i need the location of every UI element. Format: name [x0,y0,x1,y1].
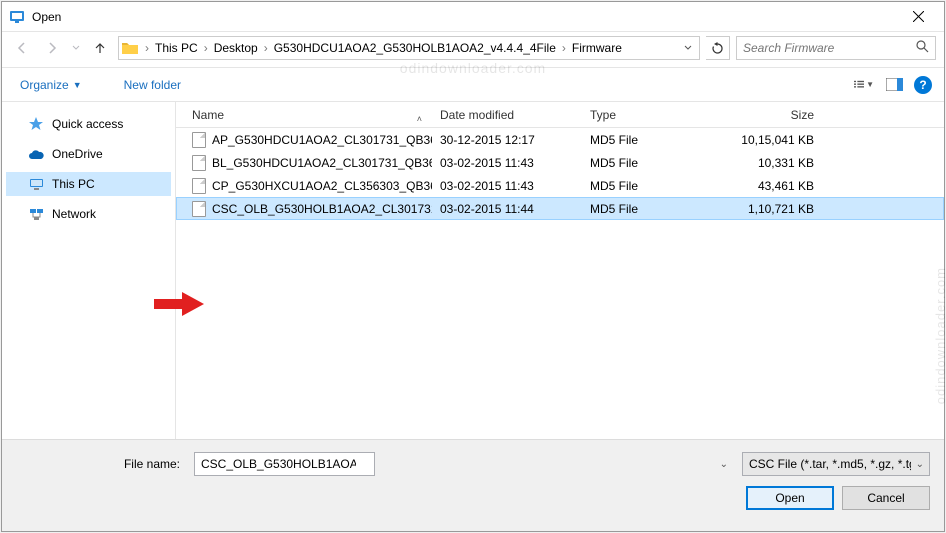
back-button[interactable] [10,36,34,60]
help-button[interactable]: ? [914,76,932,94]
chevron-down-icon[interactable]: ⌄ [720,459,728,470]
chevron-down-icon[interactable]: ⌄ [916,459,924,470]
breadcrumb-seg-thispc[interactable]: This PC [151,41,202,55]
file-size: 43,461 KB [712,179,822,193]
forward-button[interactable] [40,36,64,60]
navigation-bar: › This PC › Desktop › G530HDCU1AOA2_G530… [2,32,944,68]
arrow-right-icon [45,41,59,55]
file-name: CP_G530HXCU1AOA2_CL356303_QB3691... [212,179,432,193]
caret-down-icon: ▼ [73,80,82,90]
nav-onedrive[interactable]: OneDrive [6,142,171,166]
window-title: Open [32,10,898,24]
bottom-panel: File name: ⌄ ⌄ Open Cancel [2,439,944,531]
breadcrumb-seg-firmware[interactable]: Firmware [568,41,626,55]
filename-label: File name: [16,457,186,471]
search-box[interactable] [736,36,936,60]
address-dropdown[interactable] [679,44,697,52]
preview-pane-icon [886,78,903,91]
arrow-up-icon [93,41,107,55]
main-area: Quick access OneDrive This PC Network Na… [2,102,944,439]
monitor-icon [28,176,44,192]
navigation-pane: Quick access OneDrive This PC Network [2,102,176,439]
col-header-type[interactable]: Type [582,108,712,122]
col-header-date[interactable]: Date modified [432,108,582,122]
breadcrumb-sep: › [560,41,568,55]
file-row[interactable]: CP_G530HXCU1AOA2_CL356303_QB3691... 03-0… [176,174,944,197]
open-dialog-window: Open › This PC › Desktop › G530HDCU1AOA2… [1,1,945,532]
file-date: 03-02-2015 11:43 [432,156,582,170]
file-type: MD5 File [582,202,712,216]
chevron-down-icon [72,44,80,52]
refresh-icon [711,42,724,55]
file-row[interactable]: CSC_OLB_G530HOLB1AOA2_CL301731_Q... 03-0… [176,197,944,220]
network-icon [28,206,44,222]
star-icon [28,116,44,132]
cancel-button[interactable]: Cancel [842,486,930,510]
app-icon [8,8,26,26]
file-icon [192,178,206,194]
nav-item-label: Network [52,207,96,221]
search-icon[interactable] [916,40,929,56]
file-row[interactable]: AP_G530HDCU1AOA2_CL301731_QB3695... 30-1… [176,128,944,151]
nav-this-pc[interactable]: This PC [6,172,171,196]
file-date: 03-02-2015 11:43 [432,179,582,193]
file-name: BL_G530HDCU1AOA2_CL301731_QB3695... [212,156,432,170]
file-list-area: Name ˄ Date modified Type Size AP_G530HD… [176,102,944,439]
address-bar[interactable]: › This PC › Desktop › G530HDCU1AOA2_G530… [118,36,700,60]
file-date: 30-12-2015 12:17 [432,133,582,147]
close-icon [913,11,924,22]
file-type: MD5 File [582,179,712,193]
new-folder-button[interactable]: New folder [118,74,187,96]
breadcrumb-seg-folder[interactable]: G530HDCU1AOA2_G530HOLB1AOA2_v4.4.4_4File [270,41,560,55]
filename-row: File name: ⌄ ⌄ [16,452,930,476]
file-row[interactable]: BL_G530HDCU1AOA2_CL301731_QB3695... 03-0… [176,151,944,174]
chevron-down-icon [684,44,692,52]
filename-input[interactable] [194,452,375,476]
file-name: CSC_OLB_G530HOLB1AOA2_CL301731_Q... [212,202,432,216]
organize-button[interactable]: Organize ▼ [14,74,88,96]
preview-pane-button[interactable] [884,75,904,95]
cloud-icon [28,146,44,162]
file-date: 03-02-2015 11:44 [432,202,582,216]
arrow-left-icon [15,41,29,55]
breadcrumb-sep: › [262,41,270,55]
file-size: 1,10,721 KB [712,202,822,216]
nav-item-label: This PC [52,177,95,191]
toolbar: Organize ▼ New folder ▼ ? [2,68,944,102]
col-header-size[interactable]: Size [712,108,822,122]
file-icon [192,201,206,217]
nav-quick-access[interactable]: Quick access [6,112,171,136]
nav-network[interactable]: Network [6,202,171,226]
open-button[interactable]: Open [746,486,834,510]
refresh-button[interactable] [706,36,730,60]
col-header-name[interactable]: Name ˄ [184,108,432,122]
breadcrumb-seg-desktop[interactable]: Desktop [210,41,262,55]
view-options-button[interactable]: ▼ [854,75,874,95]
titlebar: Open [2,2,944,32]
file-type: MD5 File [582,133,712,147]
up-button[interactable] [88,36,112,60]
nav-item-label: Quick access [52,117,123,131]
file-icon [192,155,206,171]
file-name: AP_G530HDCU1AOA2_CL301731_QB3695... [212,133,432,147]
caret-down-icon: ▼ [866,80,874,89]
file-size: 10,15,041 KB [712,133,822,147]
file-size: 10,331 KB [712,156,822,170]
close-button[interactable] [898,3,938,31]
recent-locations-button[interactable] [70,36,82,60]
file-type: MD5 File [582,156,712,170]
file-icon [192,132,206,148]
sort-asc-icon: ˄ [417,114,422,124]
column-headers: Name ˄ Date modified Type Size [176,102,944,128]
button-row: Open Cancel [16,486,930,510]
file-type-filter[interactable] [742,452,930,476]
list-view-icon [854,78,864,91]
breadcrumb-sep: › [143,41,151,55]
nav-item-label: OneDrive [52,147,103,161]
breadcrumb-sep: › [202,41,210,55]
search-input[interactable] [743,41,916,55]
folder-icon [121,39,139,57]
organize-label: Organize [20,78,69,92]
